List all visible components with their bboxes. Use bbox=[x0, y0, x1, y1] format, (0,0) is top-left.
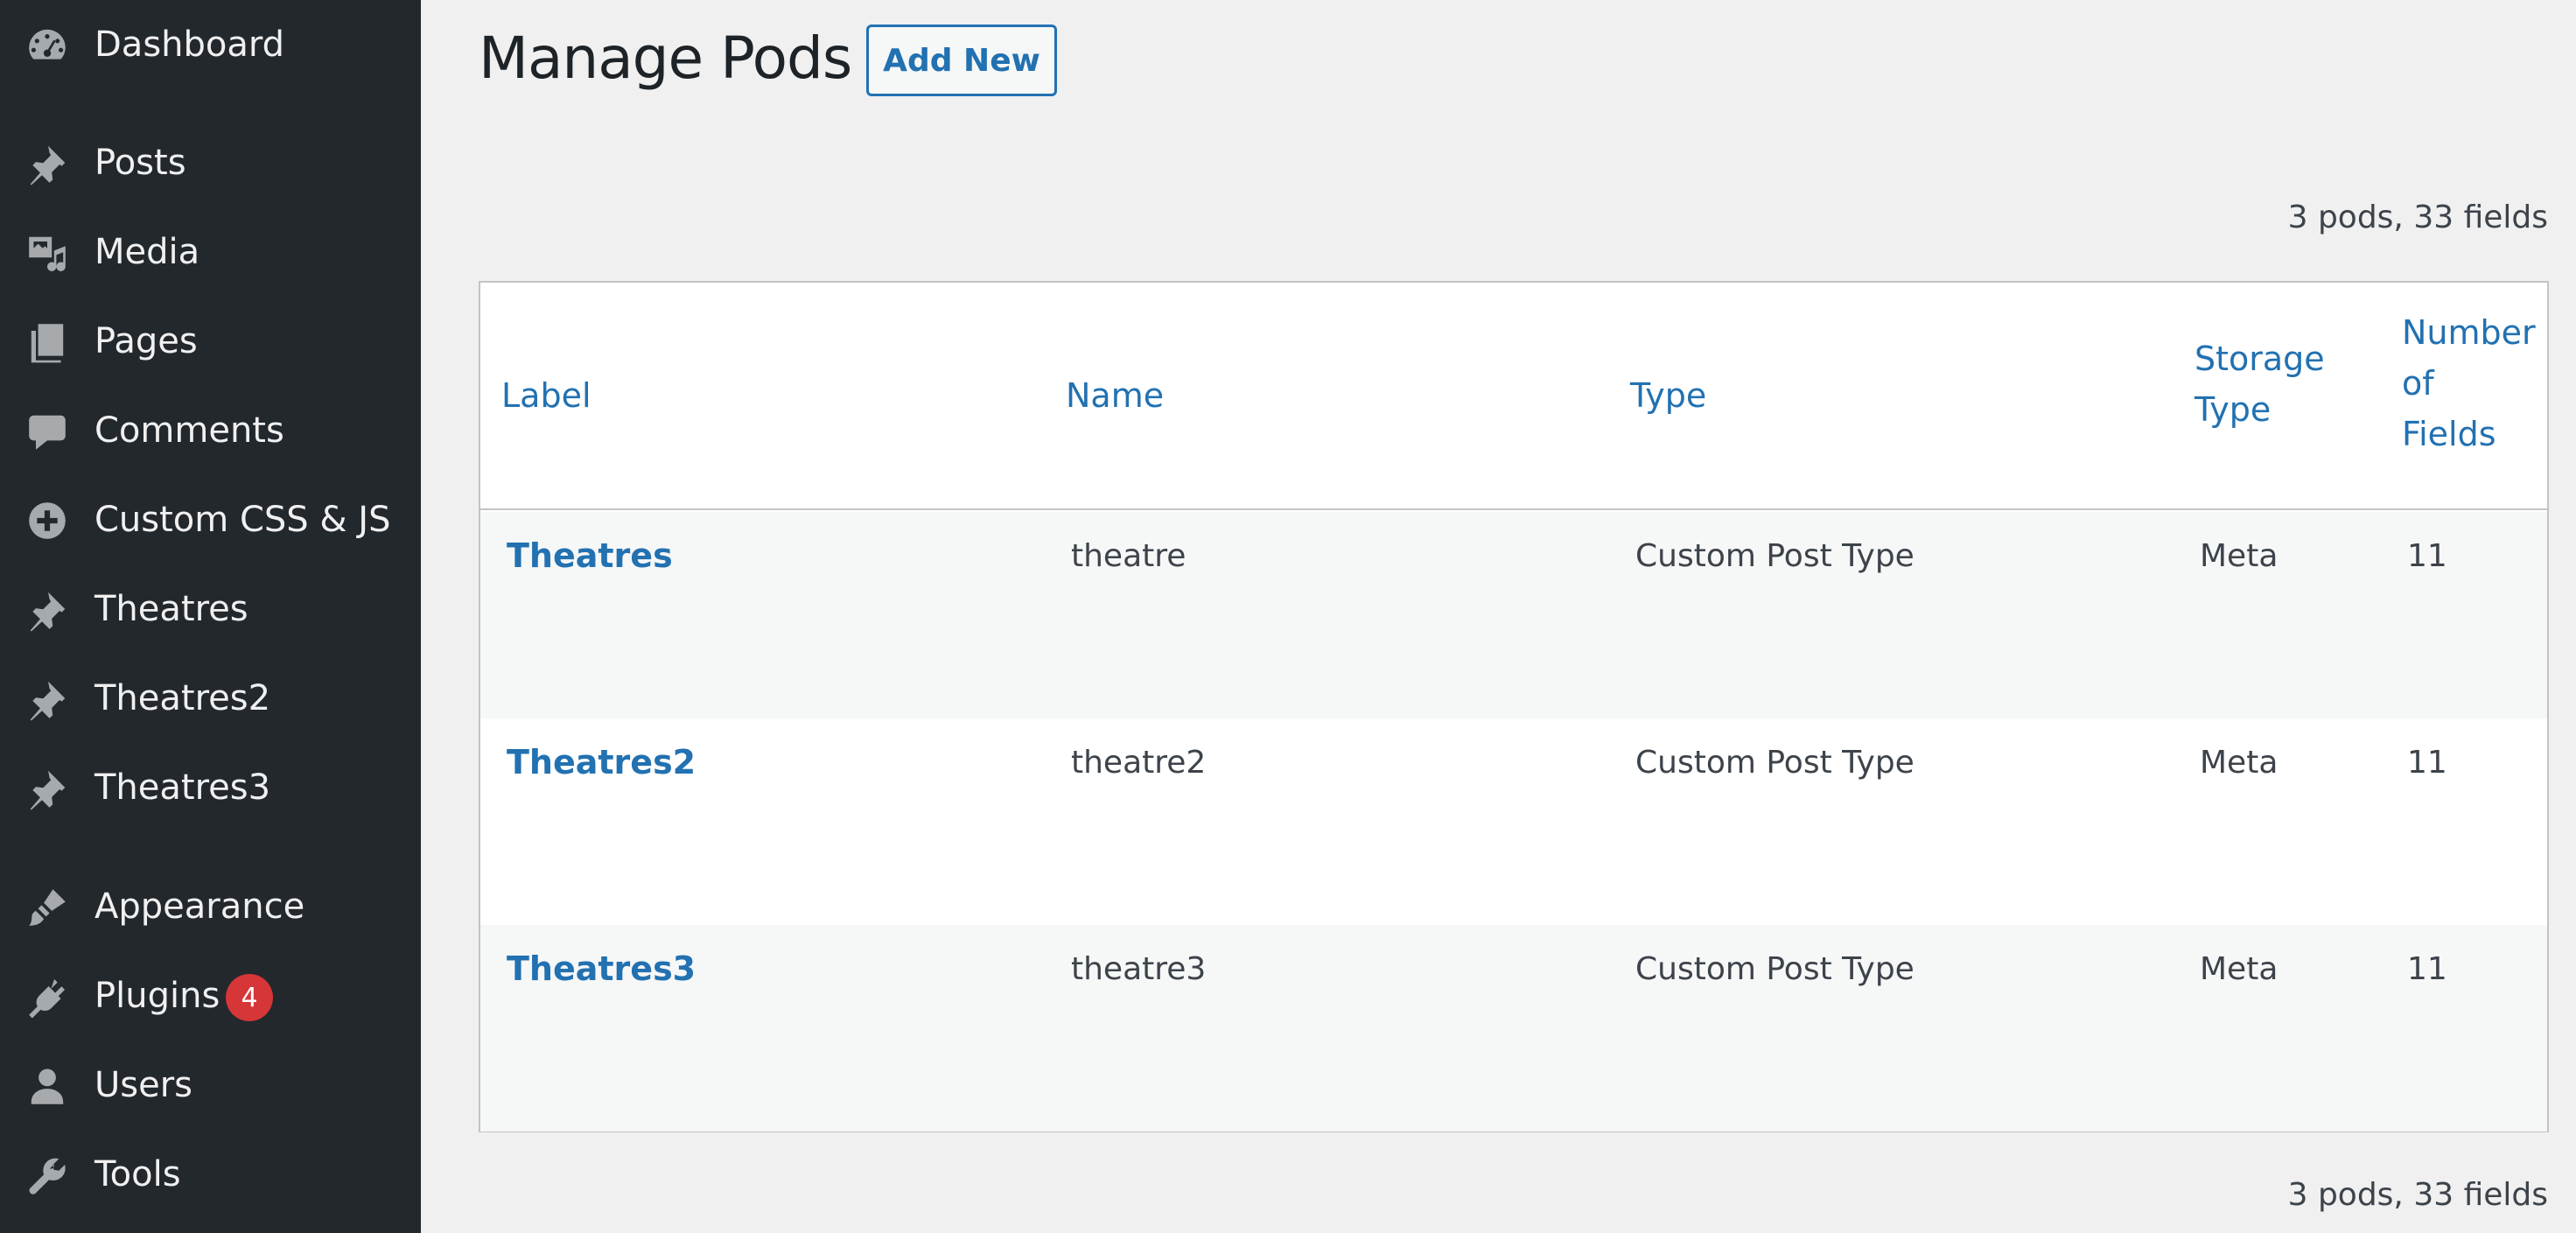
sidebar-item-label: Posts bbox=[94, 143, 186, 184]
pod-field-count: 11 bbox=[2407, 745, 2447, 781]
column-header-text: Number bbox=[2402, 313, 2536, 352]
pod-field-count: 11 bbox=[2407, 538, 2447, 574]
pod-storage-type: Meta bbox=[2200, 951, 2278, 987]
column-header-text: Fields bbox=[2402, 415, 2496, 453]
sidebar-item-dashboard[interactable]: Dashboard bbox=[0, 1, 421, 90]
column-header-storage-type[interactable]: Storage Type bbox=[2194, 333, 2325, 435]
sidebar-item-label: Comments bbox=[94, 410, 284, 452]
brush-icon bbox=[23, 883, 72, 932]
column-header-label[interactable]: Label bbox=[501, 370, 592, 421]
pod-type: Custom Post Type bbox=[1635, 951, 1914, 987]
update-count-badge: 4 bbox=[226, 974, 273, 1021]
plugin-icon bbox=[23, 972, 72, 1021]
wrench-icon bbox=[23, 1151, 72, 1200]
dashboard-icon bbox=[23, 21, 72, 70]
pod-label-link[interactable]: Theatres2 bbox=[507, 743, 696, 781]
sidebar-item-label: Theatres3 bbox=[94, 767, 271, 809]
comment-icon bbox=[23, 407, 72, 456]
sidebar-item-label: Plugins bbox=[94, 976, 220, 1017]
sidebar-item-label: Users bbox=[94, 1065, 193, 1106]
sidebar-item-label: Theatres2 bbox=[94, 678, 271, 719]
column-header-name[interactable]: Name bbox=[1066, 370, 1164, 421]
pod-storage-type: Meta bbox=[2200, 538, 2278, 574]
sidebar-item-custom-css-js[interactable]: Custom CSS & JS bbox=[0, 476, 421, 565]
sidebar-item-label: Tools bbox=[94, 1154, 181, 1195]
pod-label-link[interactable]: Theatres3 bbox=[507, 949, 696, 988]
column-header-text: Storage bbox=[2194, 340, 2325, 378]
sidebar-item-posts[interactable]: Posts bbox=[0, 119, 421, 208]
column-header-text: of bbox=[2402, 364, 2434, 403]
sidebar-item-plugins[interactable]: Plugins 4 bbox=[0, 952, 421, 1041]
pin-icon bbox=[23, 585, 72, 634]
sidebar-item-theatres[interactable]: Theatres bbox=[0, 565, 421, 655]
column-header-type[interactable]: Type bbox=[1630, 370, 1706, 421]
admin-sidebar: Dashboard Posts Media Pages Comments Cus… bbox=[0, 0, 421, 1233]
pod-type: Custom Post Type bbox=[1635, 745, 1914, 781]
sidebar-item-label: Appearance bbox=[94, 886, 305, 928]
sidebar-item-pages[interactable]: Pages bbox=[0, 298, 421, 387]
pods-count-bottom: 3 pods, 33 fields bbox=[2287, 1177, 2548, 1213]
pin-icon bbox=[23, 764, 72, 813]
pods-table: Label Name Type Storage Type Number of F… bbox=[479, 281, 2549, 1132]
sidebar-item-users[interactable]: Users bbox=[0, 1041, 421, 1131]
sidebar-item-appearance[interactable]: Appearance bbox=[0, 863, 421, 952]
pod-label-link[interactable]: Theatres bbox=[507, 536, 673, 575]
sidebar-item-media[interactable]: Media bbox=[0, 208, 421, 298]
pin-icon bbox=[23, 139, 72, 188]
plus-circle-icon bbox=[23, 496, 72, 545]
column-header-text: Type bbox=[2194, 390, 2272, 429]
pods-count-top: 3 pods, 33 fields bbox=[2287, 200, 2548, 235]
pin-icon bbox=[23, 675, 72, 724]
table-row: Theatres2 theatre2 Custom Post Type Meta… bbox=[480, 718, 2547, 925]
pod-field-count: 11 bbox=[2407, 951, 2447, 987]
main-content: Manage Pods Add New 3 pods, 33 fields La… bbox=[421, 0, 2576, 1233]
pod-type: Custom Post Type bbox=[1635, 538, 1914, 574]
page-title: Manage Pods bbox=[479, 25, 852, 92]
table-row: Theatres3 theatre3 Custom Post Type Meta… bbox=[480, 925, 2547, 1131]
sidebar-item-label: Theatres bbox=[94, 589, 248, 630]
sidebar-item-label: Pages bbox=[94, 321, 198, 362]
table-header: Label Name Type Storage Type Number of F… bbox=[480, 283, 2547, 510]
sidebar-item-label: Custom CSS & JS bbox=[94, 500, 391, 541]
column-header-number-of-fields[interactable]: Number of Fields bbox=[2402, 307, 2536, 459]
sidebar-item-tools[interactable]: Tools bbox=[0, 1131, 421, 1220]
table-row: Theatres theatre Custom Post Type Meta 1… bbox=[480, 512, 2547, 718]
sidebar-item-theatres2[interactable]: Theatres2 bbox=[0, 655, 421, 744]
add-new-button[interactable]: Add New bbox=[866, 25, 1057, 96]
pod-name: theatre2 bbox=[1071, 745, 1207, 781]
pod-name: theatre bbox=[1071, 538, 1186, 574]
media-icon bbox=[23, 228, 72, 277]
pod-storage-type: Meta bbox=[2200, 745, 2278, 781]
sidebar-item-label: Media bbox=[94, 232, 200, 273]
pages-icon bbox=[23, 318, 72, 367]
user-icon bbox=[23, 1061, 72, 1110]
sidebar-item-comments[interactable]: Comments bbox=[0, 387, 421, 476]
sidebar-item-label: Dashboard bbox=[94, 25, 285, 66]
sidebar-item-theatres3[interactable]: Theatres3 bbox=[0, 744, 421, 833]
pod-name: theatre3 bbox=[1071, 951, 1207, 987]
